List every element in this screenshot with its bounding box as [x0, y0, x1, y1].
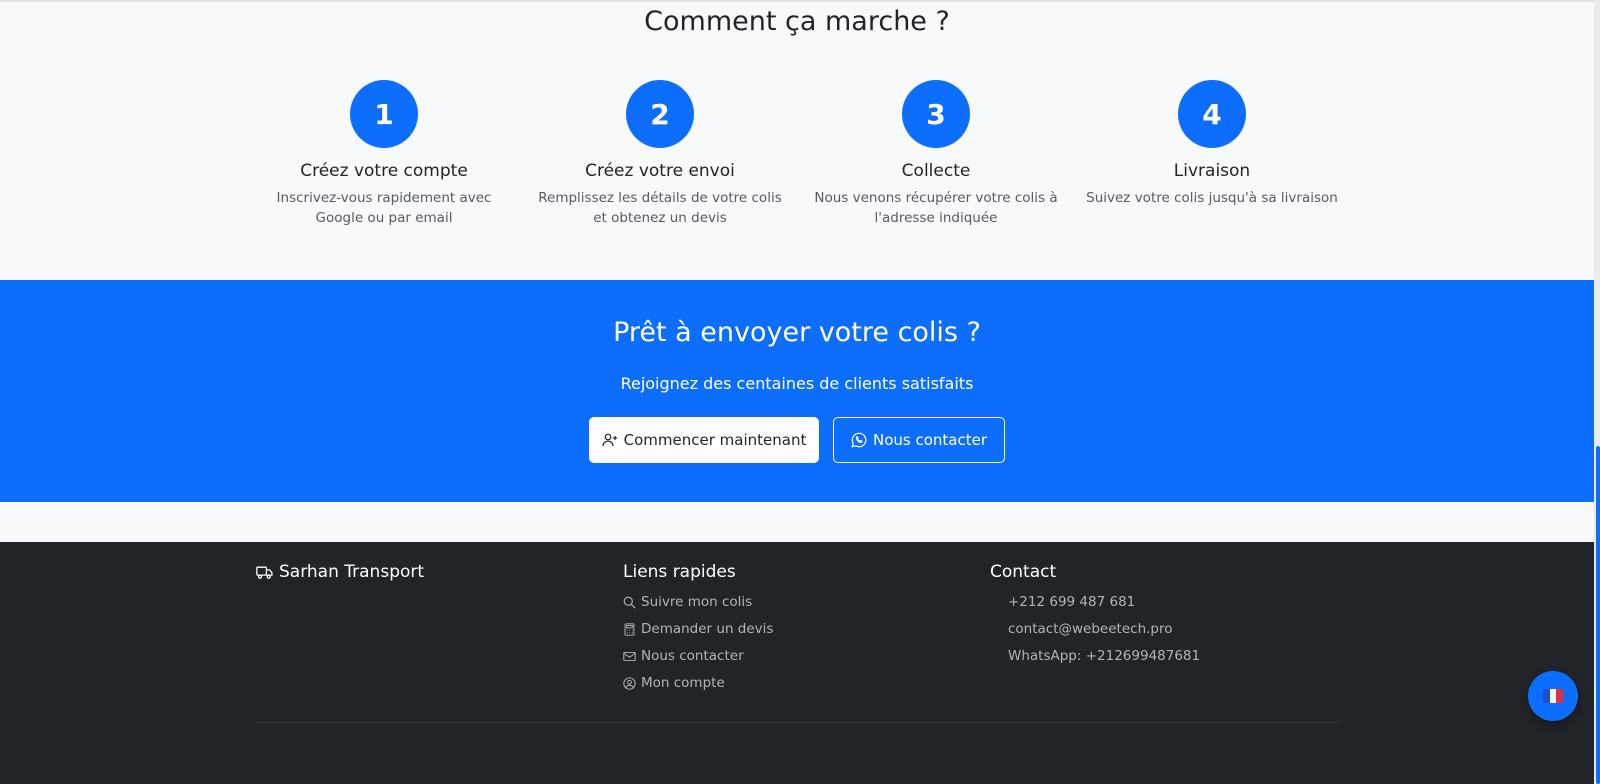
whatsapp-icon: [851, 432, 867, 448]
scrollbar[interactable]: [1594, 0, 1600, 784]
step-description: Remplissez les détails de votre colis et…: [538, 190, 782, 226]
envelope-icon: [623, 651, 636, 662]
contact-phone: +212 699 487 681: [1008, 594, 1136, 610]
contact-us-label: Nous contacter: [872, 431, 988, 449]
contact-whatsapp: WhatsApp: +212699487681: [1008, 648, 1201, 664]
step-3: 3 Collecte Nous venons récupérer votre c…: [798, 80, 1074, 228]
link-label: Demander un devis: [641, 621, 774, 637]
brand-heading: Sarhan Transport: [256, 562, 424, 582]
contact-title: Contact: [990, 562, 1057, 582]
step-description: Inscrivez-vous rapidement avec Google ou…: [276, 190, 492, 226]
link-label: Nous contacter: [641, 648, 744, 664]
truck-icon: [256, 566, 273, 579]
contact-us-button[interactable]: Nous contacter: [833, 417, 1005, 463]
language-switcher-button[interactable]: [1528, 671, 1578, 721]
start-now-label: Commencer maintenant: [623, 431, 807, 449]
footer-contact: Contact +212 699 487 681 contact@webeete…: [990, 562, 1200, 670]
step-number-badge: 4: [1178, 80, 1246, 148]
cta-subtitle: Rejoignez des centaines de clients satis…: [620, 374, 974, 393]
scrollbar-thumb[interactable]: [1596, 446, 1600, 784]
how-it-works-section: Comment ça marche ? 1 Créez votre compte…: [0, 0, 1594, 280]
start-now-button[interactable]: Commencer maintenant: [589, 417, 819, 463]
section-title: Comment ça marche ?: [644, 6, 950, 37]
step-number-badge: 1: [350, 80, 418, 148]
france-flag-icon: [1543, 689, 1563, 703]
link-contact[interactable]: Nous contacter: [623, 643, 773, 670]
calculator-icon: [624, 623, 635, 636]
cta-title: Prêt à envoyer votre colis ?: [613, 317, 981, 348]
link-label: Mon compte: [641, 675, 725, 691]
footer-quick-links: Liens rapides Suivre mon colis Demander …: [623, 562, 773, 697]
cta-buttons: Commencer maintenant Nous contacter: [0, 417, 1594, 463]
search-icon: [623, 596, 636, 609]
step-description: Suivez votre colis jusqu'à sa livraison: [1086, 190, 1338, 206]
step-2: 2 Créez votre envoi Remplissez les détai…: [522, 80, 798, 228]
person-plus-icon: [602, 433, 617, 447]
brand-name: Sarhan Transport: [279, 562, 425, 582]
step-1: 1 Créez votre compte Inscrivez-vous rapi…: [246, 80, 522, 228]
contact-list: +212 699 487 681 contact@webeetech.pro W…: [990, 589, 1200, 670]
step-title: Créez votre envoi: [585, 161, 735, 181]
quick-links-list: Suivre mon colis Demander un devis Nous …: [623, 589, 773, 697]
footer: Sarhan Transport Liens rapides Suivre mo…: [0, 542, 1594, 784]
link-request-quote[interactable]: Demander un devis: [623, 616, 773, 643]
step-title: Livraison: [1173, 161, 1251, 181]
link-track-parcel[interactable]: Suivre mon colis: [623, 589, 773, 616]
contact-email: contact@webeetech.pro: [1008, 621, 1173, 637]
step-title: Créez votre compte: [300, 161, 468, 181]
step-title: Collecte: [901, 161, 971, 181]
steps-row: 1 Créez votre compte Inscrivez-vous rapi…: [246, 80, 1350, 240]
step-number-badge: 2: [626, 80, 694, 148]
link-label: Suivre mon colis: [641, 594, 753, 610]
step-4: 4 Livraison Suivez votre colis jusqu'à s…: [1074, 80, 1350, 208]
step-description: Nous venons récupérer votre colis à l'ad…: [814, 190, 1058, 226]
person-circle-icon: [623, 677, 636, 690]
step-number-badge: 3: [902, 80, 970, 148]
footer-divider: [256, 722, 1338, 723]
cta-section: Prêt à envoyer votre colis ? Rejoignez d…: [0, 280, 1594, 502]
link-my-account[interactable]: Mon compte: [623, 670, 773, 697]
footer-brand: Sarhan Transport: [256, 562, 424, 582]
quick-links-title: Liens rapides: [623, 562, 736, 582]
